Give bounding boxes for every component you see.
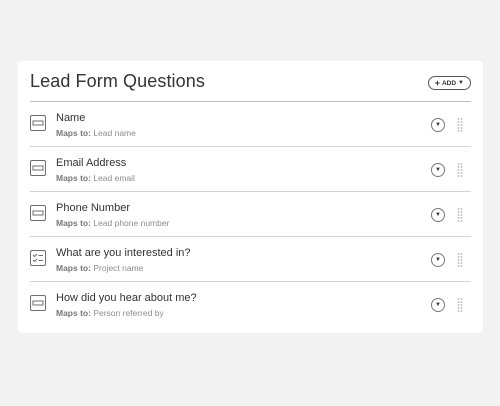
- question-label: What are you interested in?: [56, 247, 191, 259]
- add-question-button[interactable]: + ADD ▼: [427, 76, 471, 90]
- question-label: Name: [56, 112, 86, 124]
- question-mapping: Maps to: Lead phone number: [56, 218, 169, 229]
- drag-handle-icon[interactable]: [457, 252, 463, 268]
- maps-to-value: Project name: [93, 263, 144, 273]
- text-field-icon: [30, 160, 46, 176]
- question-options-button[interactable]: ▼: [431, 208, 445, 222]
- maps-to-value: Person referred by: [93, 308, 164, 318]
- caret-down-icon: ▼: [435, 122, 441, 128]
- checklist-icon: [30, 250, 46, 266]
- maps-to-label: Maps to:: [56, 263, 91, 273]
- drag-handle-icon[interactable]: [457, 207, 463, 223]
- maps-to-label: Maps to:: [56, 308, 91, 318]
- maps-to-label: Maps to:: [56, 128, 91, 138]
- question-options-button[interactable]: ▼: [431, 253, 445, 267]
- question-row-phone: Phone Number Maps to: Lead phone number …: [30, 192, 471, 237]
- question-options-button[interactable]: ▼: [431, 298, 445, 312]
- question-label: Email Address: [56, 157, 127, 169]
- caret-down-icon: ▼: [435, 302, 441, 308]
- question-mapping: Maps to: Lead name: [56, 128, 136, 139]
- drag-handle-icon[interactable]: [457, 162, 463, 178]
- question-mapping: Maps to: Lead email: [56, 173, 135, 184]
- question-row-referral: How did you hear about me? Maps to: Pers…: [30, 282, 471, 327]
- maps-to-value: Lead name: [93, 128, 136, 138]
- text-field-icon: [30, 115, 46, 131]
- plus-icon: +: [434, 77, 440, 88]
- drag-handle-icon[interactable]: [457, 297, 463, 313]
- maps-to-value: Lead email: [93, 173, 135, 183]
- question-options-button[interactable]: ▼: [431, 118, 445, 132]
- question-row-interest: What are you interested in? Maps to: Pro…: [30, 237, 471, 282]
- question-row-name: Name Maps to: Lead name ▼: [30, 102, 471, 147]
- caret-down-icon: ▼: [458, 80, 464, 86]
- question-options-button[interactable]: ▼: [431, 163, 445, 177]
- question-mapping: Maps to: Project name: [56, 263, 191, 274]
- caret-down-icon: ▼: [435, 167, 441, 173]
- question-label: Phone Number: [56, 202, 130, 214]
- maps-to-label: Maps to:: [56, 218, 91, 228]
- caret-down-icon: ▼: [435, 257, 441, 263]
- text-field-icon: [30, 295, 46, 311]
- panel-header: Lead Form Questions + ADD ▼: [30, 61, 471, 102]
- text-field-icon: [30, 205, 46, 221]
- maps-to-value: Lead phone number: [93, 218, 170, 228]
- question-list: Name Maps to: Lead name ▼ Email Address …: [30, 102, 471, 327]
- question-label: How did you hear about me?: [56, 292, 197, 304]
- add-button-label: ADD: [441, 79, 457, 87]
- page-title: Lead Form Questions: [30, 71, 205, 91]
- lead-form-questions-panel: Lead Form Questions + ADD ▼ Name Maps to…: [18, 61, 483, 333]
- drag-handle-icon[interactable]: [457, 117, 463, 133]
- maps-to-label: Maps to:: [56, 173, 91, 183]
- caret-down-icon: ▼: [435, 212, 441, 218]
- question-row-email: Email Address Maps to: Lead email ▼: [30, 147, 471, 192]
- question-mapping: Maps to: Person referred by: [56, 308, 197, 319]
